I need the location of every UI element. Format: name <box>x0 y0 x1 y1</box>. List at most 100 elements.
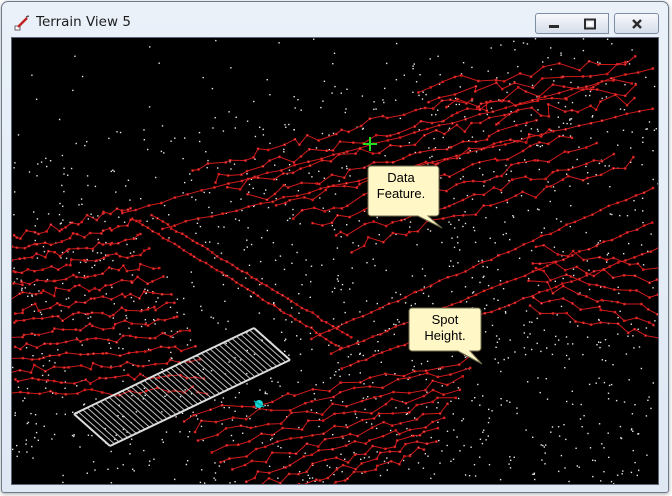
spot-point <box>508 463 510 465</box>
contour-vertex <box>404 402 408 405</box>
spot-point <box>105 254 107 256</box>
spot-point <box>337 280 339 282</box>
contour-vertex <box>101 311 104 315</box>
title-bar[interactable]: Terrain View 5 <box>2 2 668 38</box>
contour-vertex <box>31 376 34 380</box>
contour-vertex <box>107 266 111 269</box>
spot-point <box>553 246 556 248</box>
spot-point <box>645 327 648 329</box>
spot-point <box>652 382 654 384</box>
contour-vertex <box>370 311 373 314</box>
contour-vertex <box>85 213 89 217</box>
spot-point <box>523 332 525 334</box>
spot-point <box>430 477 432 480</box>
spot-point <box>288 164 291 166</box>
contour-line <box>533 297 654 326</box>
spot-point <box>228 361 230 363</box>
spot-point <box>313 38 315 40</box>
contour-vertex <box>479 121 482 125</box>
spot-point <box>385 269 387 272</box>
spot-point <box>128 327 130 329</box>
contour-line <box>529 305 658 339</box>
contour-vertex <box>644 334 647 337</box>
contour-vertex <box>561 282 564 285</box>
contour-line <box>12 358 201 374</box>
contour-vertex <box>282 195 285 199</box>
contour-vertex <box>335 468 339 471</box>
spot-point <box>564 467 566 469</box>
spot-point <box>626 215 629 217</box>
spot-point <box>650 407 652 410</box>
terrain-canvas[interactable]: Data Feature. Spot Height. <box>12 38 658 484</box>
contour-vertex <box>546 264 549 268</box>
spot-point <box>408 468 410 470</box>
contour-vertex <box>633 327 636 331</box>
maximize-button[interactable] <box>572 13 609 34</box>
spot-point <box>208 206 210 209</box>
spot-point <box>296 335 298 337</box>
contour-vertex <box>510 163 513 167</box>
spot-point <box>346 224 348 226</box>
spot-point <box>560 454 563 457</box>
terrain-viewport[interactable]: Data Feature. Spot Height. <box>11 37 659 485</box>
contour-vertex <box>343 184 346 188</box>
contour-vertex <box>133 378 136 381</box>
contour-vertex <box>388 450 392 453</box>
spot-point <box>43 250 46 253</box>
contour-vertex <box>193 430 197 434</box>
spot-point <box>485 439 487 441</box>
spot-point <box>471 136 474 138</box>
spot-point <box>81 75 84 78</box>
spot-point <box>560 54 562 56</box>
spot-point <box>277 477 279 479</box>
spot-point <box>269 142 271 145</box>
spot-point <box>250 243 253 246</box>
contour-vertex <box>379 451 382 454</box>
contour-vertex <box>583 216 586 219</box>
contour-vertex <box>118 354 122 357</box>
contour-vertex <box>443 132 446 136</box>
contour-vertex <box>252 156 255 159</box>
spot-point <box>61 154 64 157</box>
spot-point <box>458 103 460 106</box>
contour-vertex <box>415 403 418 407</box>
contour-vertex <box>600 160 604 163</box>
contour-vertex <box>305 470 308 473</box>
spot-point <box>229 482 231 484</box>
contour-vertex <box>485 109 489 112</box>
spot-point <box>619 108 622 110</box>
contour-vertex <box>385 160 389 164</box>
spot-point <box>268 465 271 467</box>
contour-vertex <box>278 155 281 159</box>
contour-vertex <box>415 440 419 443</box>
contour-vertex <box>51 330 54 333</box>
spot-point <box>176 298 179 300</box>
contour-vertex <box>325 321 328 324</box>
spot-point <box>527 209 529 212</box>
contour-vertex <box>353 410 357 413</box>
contour-vertex <box>358 182 361 186</box>
minimize-button[interactable] <box>535 13 573 34</box>
contour-vertex <box>267 148 270 152</box>
contour-vertex <box>289 437 292 440</box>
contour-vertex <box>120 306 123 309</box>
contour-vertex <box>90 388 93 391</box>
spot-point <box>115 191 117 193</box>
contour-vertex <box>380 351 384 354</box>
contour-vertex <box>558 135 561 138</box>
contour-vertex <box>361 315 365 318</box>
contour-vertex <box>564 268 567 272</box>
contour-vertex <box>585 295 588 298</box>
close-button[interactable] <box>614 13 659 34</box>
spot-point <box>357 340 359 342</box>
contour-vertex <box>206 162 210 165</box>
spot-point <box>537 130 539 132</box>
contour-vertex <box>25 342 28 345</box>
spot-point <box>558 470 560 473</box>
contour-vertex <box>382 420 385 424</box>
contour-vertex <box>492 186 495 189</box>
contour-vertex <box>42 356 45 359</box>
contour-vertex <box>359 124 363 128</box>
spot-point <box>496 77 498 79</box>
spot-point <box>471 277 473 279</box>
